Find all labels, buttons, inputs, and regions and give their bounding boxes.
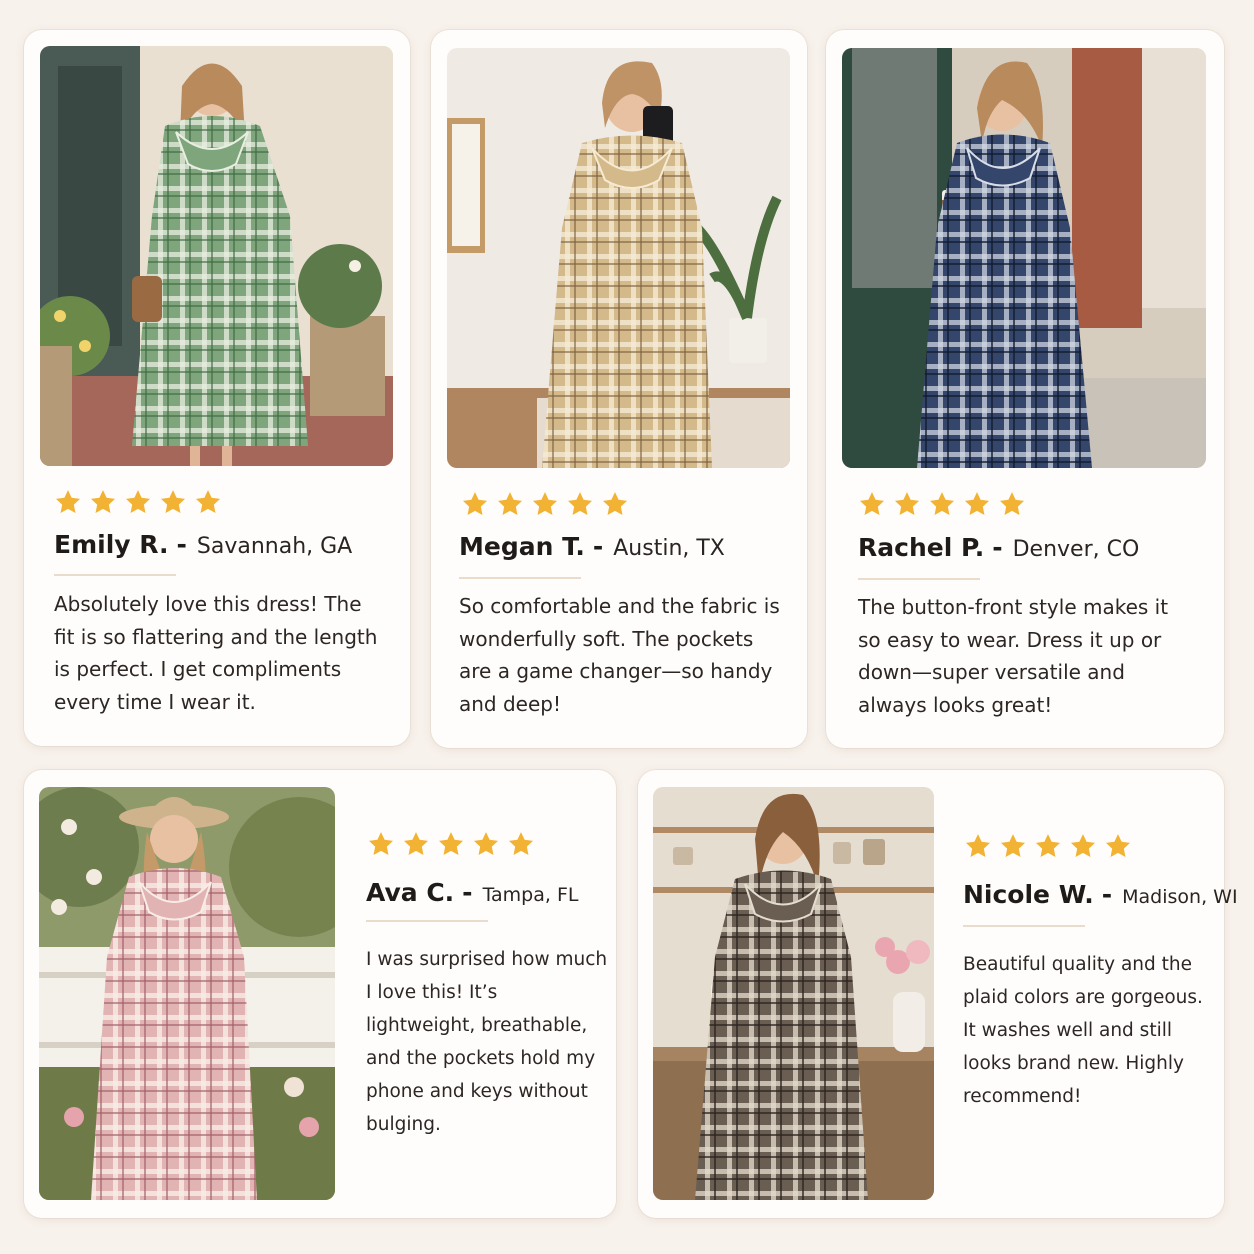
star-icon: [403, 832, 429, 855]
reviewer-heading: Ava C. - Tampa, FL: [366, 878, 578, 907]
star-icon: [894, 492, 920, 515]
name-separator: -: [592, 532, 604, 561]
reviewer-name: Rachel P.: [858, 533, 985, 562]
star-icon: [90, 490, 116, 513]
star-icon: [462, 492, 488, 515]
reviewer-name: Emily R.: [54, 530, 169, 559]
reviewer-location: Denver, CO: [1012, 537, 1140, 562]
star-icon: [602, 492, 628, 515]
review-card-rachel: Rachel P. - Denver, CO The button-front …: [826, 30, 1224, 748]
name-separator: -: [462, 878, 473, 907]
review-text: I was surprised how much I love this! It…: [366, 949, 608, 1135]
star-icon: [999, 492, 1025, 515]
divider: [858, 578, 980, 580]
reviewer-heading: Rachel P. - Denver, CO: [858, 533, 1139, 562]
rating-stars: [858, 490, 1026, 518]
reviewer-name: Megan T.: [459, 532, 585, 561]
rating-stars: [367, 830, 535, 858]
divider: [963, 925, 1085, 927]
star-icon: [965, 834, 991, 857]
divider: [54, 574, 176, 576]
divider: [366, 920, 488, 922]
star-icon: [508, 832, 534, 855]
review-text: So comfortable and the fabric is wonderf…: [459, 594, 780, 716]
reviewer-location: Madison, WI: [1122, 886, 1238, 908]
rating-stars: [964, 832, 1132, 860]
customer-photo-navy-plaid: [842, 48, 1206, 468]
rating-stars: [54, 488, 222, 516]
customer-photo-tan-plaid: [447, 48, 790, 468]
customer-photo-brown-plaid: [653, 787, 934, 1200]
review-text: The button-front style makes it so easy …: [858, 595, 1169, 717]
star-icon: [160, 490, 186, 513]
star-icon: [368, 832, 394, 855]
reviewer-location: Tampa, FL: [482, 884, 579, 906]
reviewer-heading: Megan T. - Austin, TX: [459, 532, 725, 561]
review-card-nicole: Nicole W. - Madison, WI Beautiful qualit…: [638, 770, 1238, 1218]
name-separator: -: [992, 533, 1003, 562]
reviewer-heading: Emily R. - Savannah, GA: [54, 530, 352, 559]
star-icon: [1035, 834, 1061, 857]
reviewer-heading: Nicole W. - Madison, WI: [963, 880, 1238, 909]
name-separator: -: [176, 530, 187, 559]
star-icon: [125, 490, 151, 513]
star-icon: [438, 832, 464, 855]
star-icon: [1070, 834, 1096, 857]
review-card-ava: Ava C. - Tampa, FL I was surprised how m…: [24, 770, 616, 1218]
star-icon: [964, 492, 990, 515]
reviewer-name: Ava C.: [366, 878, 455, 907]
star-icon: [859, 492, 885, 515]
review-text: Beautiful quality and the plaid colors a…: [963, 954, 1203, 1107]
review-card-emily: Emily R. - Savannah, GA Absolutely love …: [24, 30, 410, 746]
star-icon: [532, 492, 558, 515]
divider: [459, 577, 581, 579]
star-icon: [929, 492, 955, 515]
review-text: Absolutely love this dress! The fit is s…: [54, 592, 378, 714]
star-icon: [473, 832, 499, 855]
star-icon: [1000, 834, 1026, 857]
customer-photo-pink-plaid: [39, 787, 335, 1200]
review-card-megan: Megan T. - Austin, TX So comfortable and…: [431, 30, 807, 748]
name-separator: -: [1101, 880, 1113, 909]
star-icon: [1105, 834, 1131, 857]
reviewer-location: Savannah, GA: [196, 534, 353, 559]
star-icon: [195, 490, 221, 513]
customer-photo-green-plaid: [40, 46, 393, 466]
star-icon: [567, 492, 593, 515]
star-icon: [497, 492, 523, 515]
reviewer-location: Austin, TX: [613, 536, 725, 561]
star-icon: [55, 490, 81, 513]
reviewer-name: Nicole W.: [963, 880, 1094, 909]
rating-stars: [461, 490, 629, 518]
